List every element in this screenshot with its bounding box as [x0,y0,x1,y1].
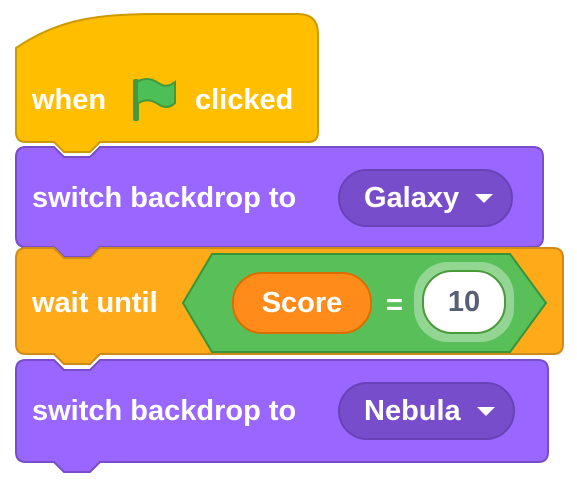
equals-sign: = [386,289,403,321]
backdrop-dropdown-1[interactable]: Galaxy [338,169,514,227]
dropdown-arrow-icon [475,193,494,203]
switch-backdrop-label-2: switch backdrop to [32,395,297,427]
number-input[interactable]: 10 [422,270,506,334]
backdrop-dropdown-2[interactable]: Nebula [338,382,515,440]
score-variable-label: Score [261,286,343,319]
number-input-value: 10 [447,285,481,318]
backdrop-dropdown-1-value: Galaxy [364,181,460,214]
score-variable-reporter[interactable]: Score [232,272,372,334]
dropdown-arrow-icon [476,406,495,416]
switch-backdrop-label-1: switch backdrop to [32,182,297,214]
wait-until-label: wait until [32,287,158,319]
hat-when-label: when [32,84,107,116]
hat-clicked-label: clicked [195,84,294,116]
backdrop-dropdown-2-value: Nebula [364,394,461,427]
scratch-script-canvas: when clicked switch backdrop to Galaxy w… [0,0,577,490]
